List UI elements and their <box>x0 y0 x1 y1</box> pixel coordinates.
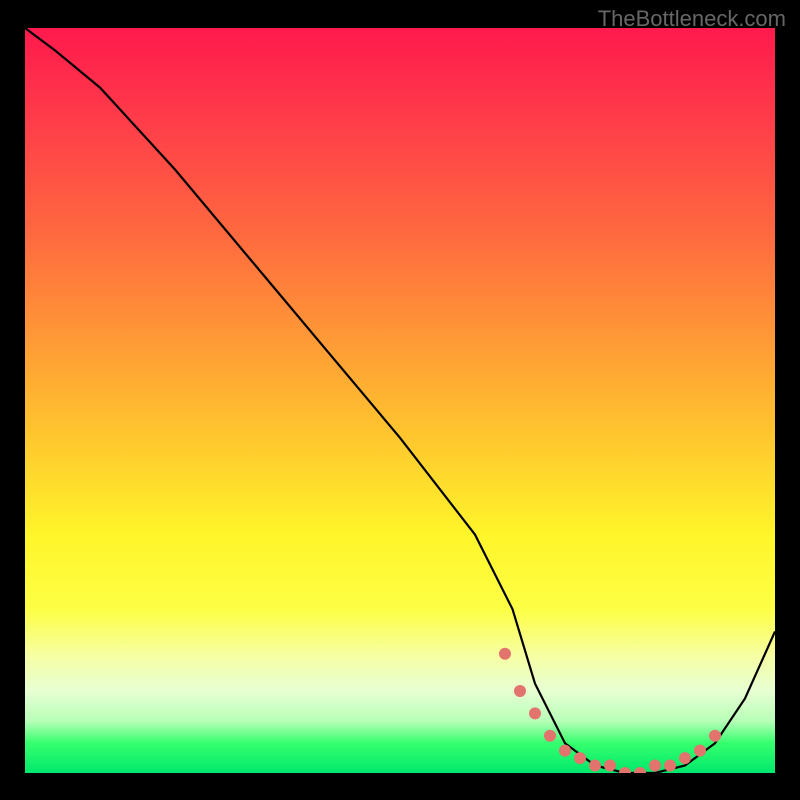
marker-dot <box>619 767 631 773</box>
marker-dot <box>709 730 721 742</box>
curve-svg <box>25 28 775 773</box>
marker-dot <box>574 752 586 764</box>
marker-dot <box>679 752 691 764</box>
bottleneck-curve-path <box>25 28 775 773</box>
marker-dot <box>604 760 616 772</box>
marker-dot <box>514 685 526 697</box>
marker-dot <box>649 760 661 772</box>
marker-dot <box>529 707 541 719</box>
plot-area <box>25 28 775 773</box>
marker-dot <box>634 767 646 773</box>
marker-dot <box>664 760 676 772</box>
marker-dot <box>559 745 571 757</box>
marker-dot <box>694 745 706 757</box>
chart-container: TheBottleneck.com <box>0 0 800 800</box>
marker-dot <box>499 648 511 660</box>
marker-dot <box>544 730 556 742</box>
marker-group <box>499 648 721 773</box>
marker-dot <box>589 760 601 772</box>
